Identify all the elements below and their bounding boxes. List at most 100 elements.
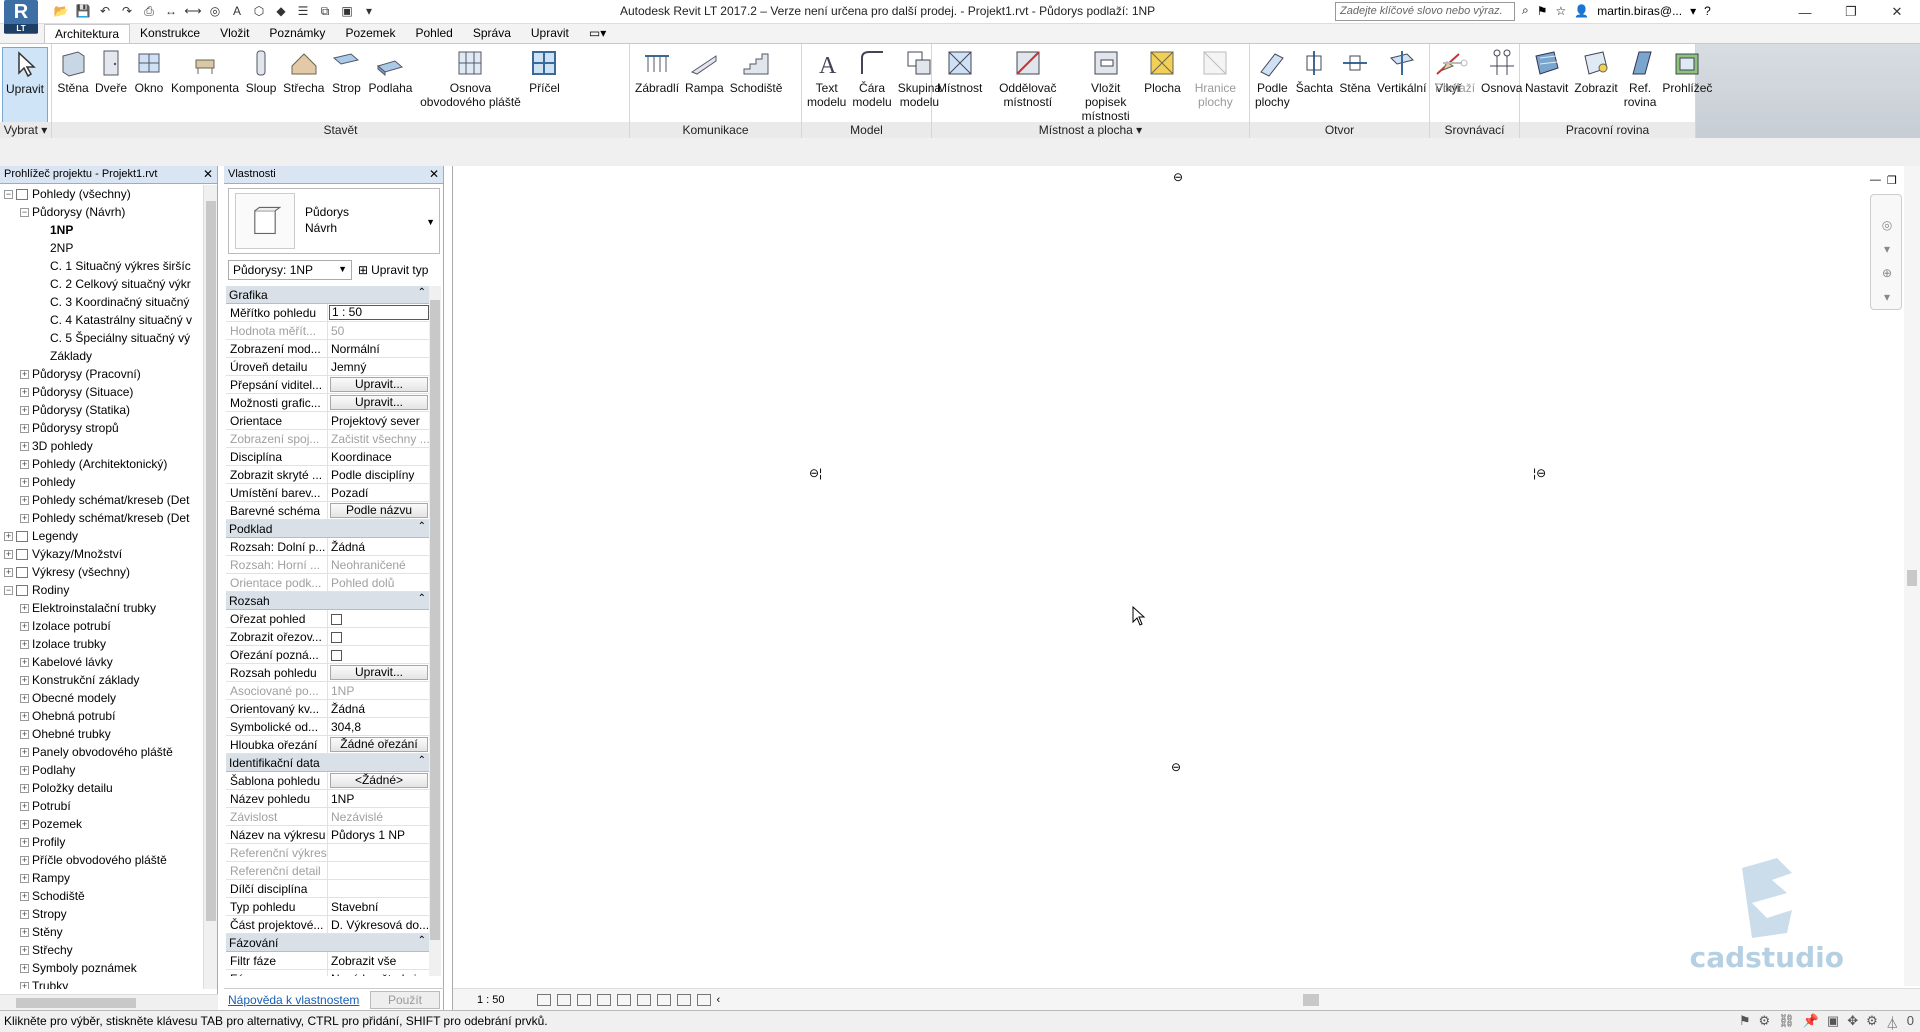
scroll-thumb[interactable] — [430, 300, 440, 940]
minimize-icon[interactable]: — — [1870, 174, 1881, 187]
redo-icon[interactable]: ↷ — [118, 2, 136, 20]
tab-pozemek[interactable]: Pozemek — [335, 24, 405, 43]
customize-qat-icon[interactable]: ▾ — [360, 2, 378, 20]
tree-item[interactable]: 1NP — [0, 221, 204, 239]
tree-item[interactable]: + Půdorysy (Situace) — [0, 383, 204, 401]
crop-view-icon[interactable] — [616, 994, 631, 1006]
tree-item[interactable]: + Legendy — [0, 527, 204, 545]
property-value[interactable]: D. Výkresová do... — [328, 916, 430, 933]
expand-icon[interactable]: + — [20, 712, 29, 722]
property-edit-button[interactable]: Žádné ořezání — [328, 736, 430, 753]
tree-item[interactable]: + Pohledy schémat/kreseb (Det — [0, 509, 204, 527]
visual-style-icon[interactable] — [556, 994, 571, 1006]
property-value[interactable]: Podle disciplíny — [328, 466, 430, 483]
tree-item[interactable]: + Stropy — [0, 905, 204, 923]
elevation-marker-north-icon[interactable]: ⊖ — [1173, 170, 1183, 184]
tree-item[interactable]: + Pohledy schémat/kreseb (Det — [0, 491, 204, 509]
tab-sprava[interactable]: Správa — [463, 24, 521, 43]
expand-icon[interactable]: + — [20, 406, 29, 416]
tab-upravit[interactable]: Upravit — [521, 24, 579, 43]
worksets-icon[interactable]: ⚑ — [1739, 1013, 1751, 1032]
expand-icon[interactable]: + — [20, 442, 29, 452]
property-value[interactable]: 1NP — [328, 790, 430, 807]
property-value[interactable]: Zobrazit vše — [328, 952, 430, 969]
expand-icon[interactable]: + — [20, 730, 29, 740]
expand-icon[interactable]: + — [20, 838, 29, 848]
tree-item[interactable]: C. 2 Celkový situačný výkr — [0, 275, 204, 293]
text-icon[interactable]: A — [228, 2, 246, 20]
3d-view-icon[interactable]: ⬡ — [250, 2, 268, 20]
close-hidden-icon[interactable]: ⧉ — [316, 2, 334, 20]
tree-item[interactable]: 2NP — [0, 239, 204, 257]
property-checkbox[interactable] — [328, 628, 430, 645]
panel-title[interactable]: Místnost a plocha ▾ — [932, 122, 1249, 138]
save-icon[interactable]: 💾 — [74, 2, 92, 20]
close-icon[interactable]: ✕ — [203, 167, 213, 181]
tree-item[interactable]: − Pohledy (všechny) — [0, 185, 204, 203]
expand-icon[interactable]: + — [20, 892, 29, 902]
browser-hscrollbar[interactable] — [0, 994, 218, 1010]
elevation-marker-east-icon[interactable]: ¦⊖ — [1533, 466, 1546, 480]
property-value[interactable]: 304,8 — [328, 718, 430, 735]
property-value[interactable]: Koordinace — [328, 448, 430, 465]
temp-hide-icon[interactable] — [656, 994, 671, 1006]
property-value[interactable]: Jemný — [328, 358, 430, 375]
expand-icon[interactable]: + — [20, 676, 29, 686]
star-icon[interactable]: ☆ — [1556, 4, 1567, 18]
measure-icon[interactable]: ↔ — [162, 2, 180, 20]
collapse-icon[interactable]: ⌃ — [418, 593, 426, 604]
scroll-thumb[interactable] — [16, 998, 136, 1008]
tree-item[interactable]: + Symboly poznámek — [0, 959, 204, 977]
expand-icon[interactable]: + — [20, 460, 29, 470]
property-group[interactable]: Podklad ⌃ — [226, 520, 430, 538]
panel-title[interactable]: Vybrat ▾ — [0, 122, 51, 138]
checkbox[interactable] — [331, 650, 342, 662]
property-value[interactable]: Projektový sever — [328, 412, 430, 429]
checkbox[interactable] — [331, 632, 342, 644]
section-icon[interactable]: ◆ — [272, 2, 290, 20]
tree-item[interactable]: + Pohledy — [0, 473, 204, 491]
chevron-down-icon[interactable]: ▾ — [1877, 239, 1897, 259]
scroll-thumb[interactable] — [206, 201, 216, 921]
tree-item[interactable]: − Rodiny — [0, 581, 204, 599]
show-crop-icon[interactable] — [636, 994, 651, 1006]
tree-item[interactable]: + Profily — [0, 833, 204, 851]
collapse-icon[interactable]: − — [4, 586, 13, 596]
property-value[interactable]: Normální — [328, 340, 430, 357]
property-group[interactable]: Identifikační data ⌃ — [226, 754, 430, 772]
property-value[interactable] — [328, 880, 430, 897]
expand-icon[interactable]: + — [20, 658, 29, 668]
tree-item[interactable]: + Půdorysy stropů — [0, 419, 204, 437]
user-name[interactable]: martin.biras@... — [1597, 4, 1682, 18]
expand-icon[interactable]: + — [20, 748, 29, 758]
property-edit-button[interactable]: Upravit... — [328, 664, 430, 681]
expand-icon[interactable]: + — [20, 910, 29, 920]
background-processes-icon[interactable]: ⚙ — [1866, 1013, 1878, 1032]
tree-item[interactable]: + Obecné modely — [0, 689, 204, 707]
ribbon-options-icon[interactable]: ▭▾ — [579, 24, 616, 43]
collapse-icon[interactable]: ⌃ — [418, 755, 426, 766]
switch-windows-icon[interactable]: ▣ — [338, 2, 356, 20]
property-group[interactable]: Fázování ⌃ — [226, 934, 430, 952]
design-options-icon[interactable]: ⚙ — [1759, 1013, 1771, 1032]
restore-icon[interactable]: ❐ — [1828, 0, 1874, 24]
tree-item[interactable]: C. 5 Špeciálny situačný vý — [0, 329, 204, 347]
collapse-icon[interactable]: ⌃ — [418, 935, 426, 946]
expand-icon[interactable]: + — [20, 784, 29, 794]
view-vscrollbar[interactable] — [1904, 166, 1920, 986]
expand-icon[interactable]: + — [20, 982, 29, 989]
user-icon[interactable]: 👤 — [1574, 4, 1589, 18]
properties-help-link[interactable]: Nápověda k vlastnostem — [228, 993, 359, 1007]
tree-item[interactable]: + Půdorysy (Statika) — [0, 401, 204, 419]
tree-item[interactable]: + Pohledy (Architektonický) — [0, 455, 204, 473]
chevron-left-icon[interactable]: ‹ — [717, 994, 721, 1006]
drag-elements-icon[interactable]: ✥ — [1847, 1013, 1858, 1032]
tree-item[interactable]: +3D pohledy — [0, 437, 204, 455]
elevation-marker-south-icon[interactable]: ⊖ — [1171, 760, 1181, 774]
edit-type-button[interactable]: ⊞ Upravit typ — [358, 263, 428, 277]
property-value[interactable]: Žádná — [328, 700, 430, 717]
collapse-icon[interactable]: − — [20, 208, 29, 218]
expand-icon[interactable]: + — [20, 874, 29, 884]
properties-scrollbar[interactable] — [429, 286, 441, 976]
expand-icon[interactable]: + — [4, 532, 13, 542]
